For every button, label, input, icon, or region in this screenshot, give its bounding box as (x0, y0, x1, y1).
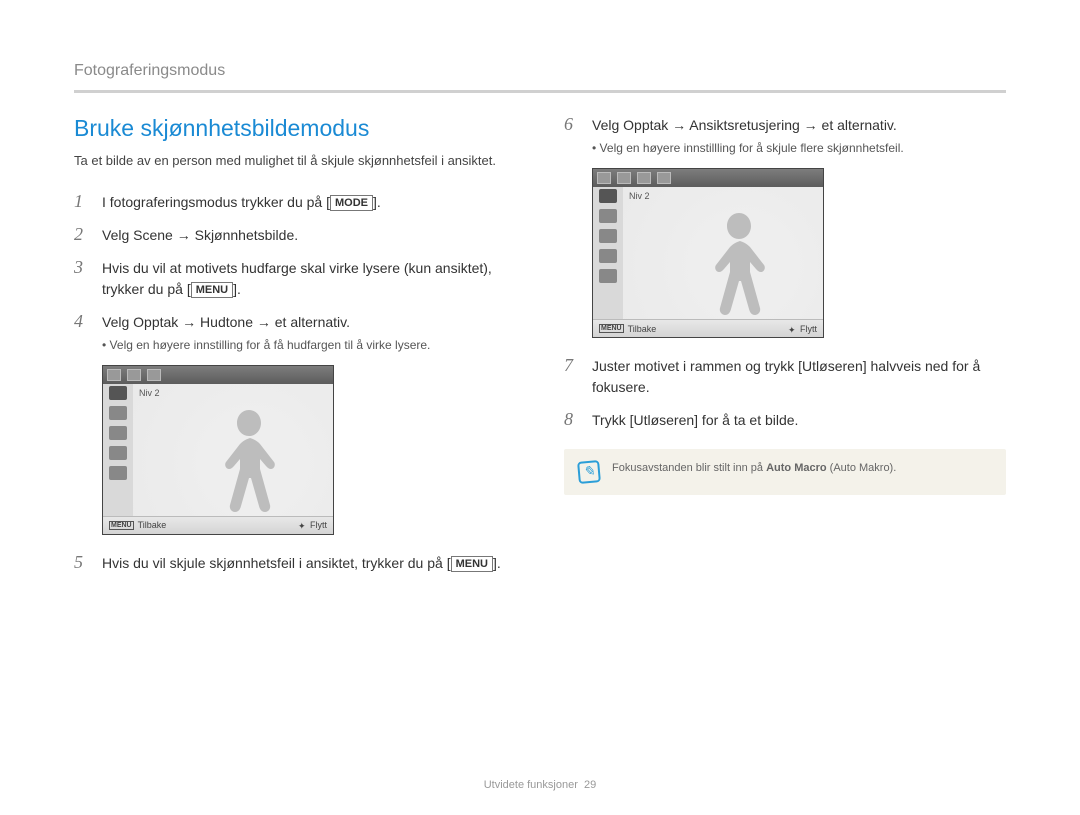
screenshot-sidebar (103, 384, 133, 516)
topbar-icon (107, 369, 121, 381)
screenshot-bottombar: MENU Tilbake Flytt (593, 319, 823, 337)
screenshot-body: Niv 2 (103, 384, 333, 516)
step-text: I fotograferingsmodus trykker du på [ (102, 194, 330, 210)
step-number: 8 (564, 410, 580, 431)
menu-button-label: MENU (451, 556, 493, 572)
menu-tag-icon: MENU (109, 521, 134, 530)
tip-pre: Fokusavstanden blir stilt inn på (612, 462, 766, 474)
back-text: Tilbake (138, 520, 167, 530)
step-body: I fotograferingsmodus trykker du på [MOD… (102, 192, 516, 213)
level-label: Niv 2 (139, 388, 160, 398)
step-body: Trykk [Utløseren] for å ta et bilde. (592, 410, 1006, 431)
sidebar-icon (599, 209, 617, 223)
step-text: Velg Opptak → Ansiktsretusjering → et al… (592, 117, 897, 133)
step-body: Hvis du vil at motivets hudfarge skal vi… (102, 258, 516, 300)
topbar-icon (147, 369, 161, 381)
step-body: Hvis du vil skjule skjønnhetsfeil i ansi… (102, 553, 516, 574)
step-sub-bullet: Velg en høyere innstilling for å få hudf… (102, 337, 516, 353)
step-5: 5 Hvis du vil skjule skjønnhetsfeil i an… (74, 553, 516, 574)
screenshot-main: Niv 2 (623, 187, 823, 319)
topbar-icon (617, 172, 631, 184)
camera-screenshot-retouch: Niv 2 MENU Tilbake Flytt (592, 168, 824, 338)
page-number: 29 (584, 779, 596, 791)
level-label: Niv 2 (629, 191, 650, 201)
sidebar-icon (599, 189, 617, 203)
step-body: Velg Scene → Skjønnhetsbilde. (102, 225, 516, 246)
sidebar-icon (599, 269, 617, 283)
move-label: Flytt (788, 324, 817, 334)
step-body: Juster motivet i rammen og trykk [Utløse… (592, 356, 1006, 398)
menu-button-label: MENU (191, 282, 233, 298)
menu-tag-icon: MENU (599, 324, 624, 333)
camera-screenshot-hudtone: Niv 2 MENU Tilbake Flytt (102, 365, 334, 535)
step-7: 7 Juster motivet i rammen og trykk [Utlø… (564, 356, 1006, 398)
page-footer: Utvidete funksjoner 29 (0, 779, 1080, 791)
step-number: 1 (74, 192, 90, 213)
left-column: Bruke skjønnhetsbildemodus Ta et bilde a… (74, 115, 516, 586)
intro-text: Ta et bilde av en person med mulighet ti… (74, 152, 516, 170)
page-title: Bruke skjønnhetsbildemodus (74, 115, 516, 142)
step-body: Velg Opptak → Ansiktsretusjering → et al… (592, 115, 1006, 156)
step-number: 5 (74, 553, 90, 574)
screenshot-main: Niv 2 (133, 384, 333, 516)
step-text-end: ]. (493, 555, 501, 571)
tip-bold: Auto Macro (766, 462, 827, 474)
move-text: Flytt (310, 520, 327, 530)
back-label: MENU Tilbake (599, 324, 656, 334)
screenshot-topbar (103, 366, 333, 384)
person-silhouette-icon (209, 404, 289, 516)
move-label: Flytt (298, 520, 327, 530)
step-3: 3 Hvis du vil at motivets hudfarge skal … (74, 258, 516, 300)
section-header: Fotograferingsmodus (74, 62, 1006, 93)
step-text: Hvis du vil skjule skjønnhetsfeil i ansi… (102, 555, 451, 571)
screenshot-sidebar (593, 187, 623, 319)
step-text: Velg Opptak → Hudtone → et alternativ. (102, 314, 350, 330)
content-columns: Bruke skjønnhetsbildemodus Ta et bilde a… (74, 115, 1006, 586)
step-number: 3 (74, 258, 90, 300)
sidebar-icon (599, 249, 617, 263)
dpad-icon (788, 325, 796, 333)
note-icon: ✎ (577, 460, 601, 484)
dpad-icon (298, 521, 306, 529)
sidebar-icon (109, 466, 127, 480)
screenshot-body: Niv 2 (593, 187, 823, 319)
sidebar-icon (599, 229, 617, 243)
tip-post: (Auto Makro). (827, 462, 897, 474)
tip-text: Fokusavstanden blir stilt inn på Auto Ma… (612, 461, 896, 476)
sidebar-icon (109, 426, 127, 440)
step-1: 1 I fotograferingsmodus trykker du på [M… (74, 192, 516, 213)
step-number: 2 (74, 225, 90, 246)
step-text: Hvis du vil at motivets hudfarge skal vi… (102, 260, 492, 297)
sidebar-icon (109, 446, 127, 460)
step-6: 6 Velg Opptak → Ansiktsretusjering → et … (564, 115, 1006, 156)
mode-button-label: MODE (330, 195, 373, 211)
person-silhouette-icon (699, 207, 779, 319)
step-text-end: ]. (233, 281, 241, 297)
back-label: MENU Tilbake (109, 520, 166, 530)
step-2: 2 Velg Scene → Skjønnhetsbilde. (74, 225, 516, 246)
step-sub-bullet: Velg en høyere innstillling for å skjule… (592, 140, 1006, 156)
screenshot-bottombar: MENU Tilbake Flytt (103, 516, 333, 534)
right-column: 6 Velg Opptak → Ansiktsretusjering → et … (564, 115, 1006, 586)
tip-note: ✎ Fokusavstanden blir stilt inn på Auto … (564, 449, 1006, 495)
step-body: Velg Opptak → Hudtone → et alternativ. V… (102, 312, 516, 353)
sidebar-icon (109, 386, 127, 400)
move-text: Flytt (800, 324, 817, 334)
topbar-icon (637, 172, 651, 184)
footer-text: Utvidete funksjoner (484, 779, 578, 791)
sidebar-icon (109, 406, 127, 420)
step-number: 6 (564, 115, 580, 156)
step-4: 4 Velg Opptak → Hudtone → et alternativ.… (74, 312, 516, 353)
back-text: Tilbake (628, 324, 657, 334)
step-number: 7 (564, 356, 580, 398)
step-number: 4 (74, 312, 90, 353)
screenshot-topbar (593, 169, 823, 187)
step-text-end: ]. (373, 194, 381, 210)
topbar-icon (657, 172, 671, 184)
step-8: 8 Trykk [Utløseren] for å ta et bilde. (564, 410, 1006, 431)
topbar-icon (597, 172, 611, 184)
topbar-icon (127, 369, 141, 381)
